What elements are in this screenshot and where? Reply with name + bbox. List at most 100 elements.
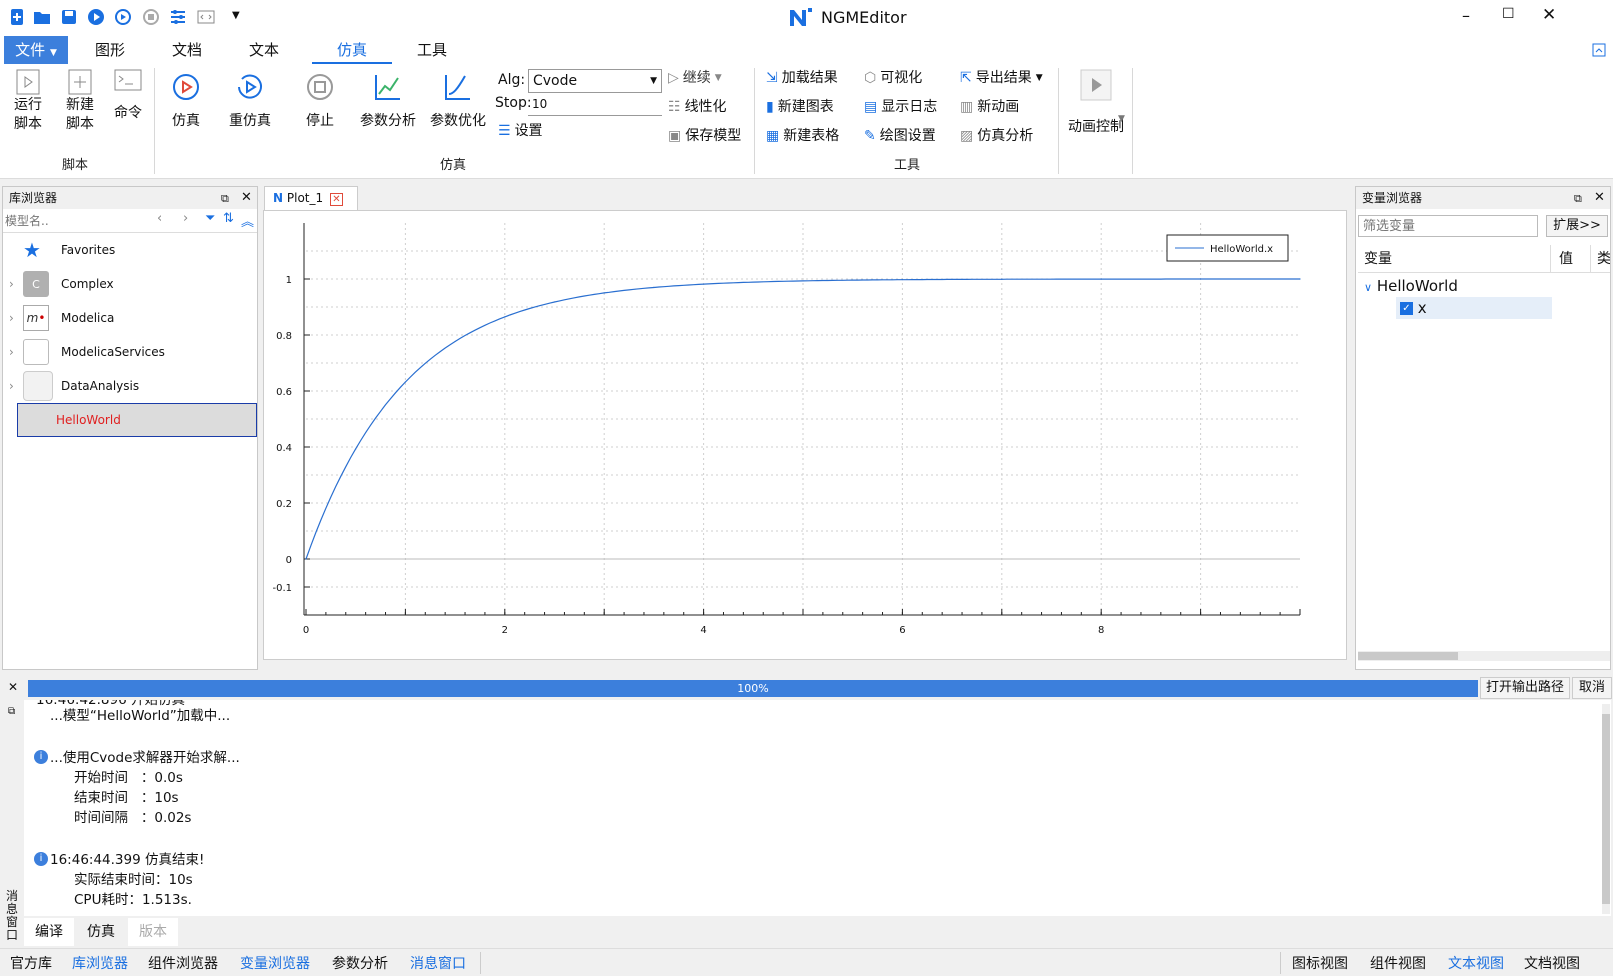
status-doc-view[interactable]: 文档视图 bbox=[1524, 953, 1580, 973]
message-window-vertical-label[interactable]: 消息窗口 bbox=[6, 890, 20, 942]
param-optimize-button[interactable]: 参数优化 bbox=[424, 72, 492, 131]
collapse-all-icon[interactable]: ︽ bbox=[241, 211, 254, 230]
status-text-view[interactable]: 文本视图 bbox=[1448, 953, 1504, 973]
menu-document[interactable]: 文档 bbox=[160, 36, 214, 64]
status-component-browser[interactable]: 组件浏览器 bbox=[148, 953, 218, 973]
show-log-button[interactable]: ▤ 显示日志 bbox=[864, 98, 937, 116]
new-table-button[interactable]: ▦ 新建表格 bbox=[766, 127, 839, 145]
plot-area[interactable]: 0 2 4 6 8 1 0.8 0.6 0.4 0.2 0 -0.1 HelloWorld.x bbox=[263, 210, 1347, 660]
command-button[interactable]: 命令 bbox=[108, 68, 148, 123]
expand-button[interactable]: 扩展>> bbox=[1546, 215, 1608, 237]
menu-tools[interactable]: 工具 bbox=[404, 36, 460, 64]
stop-time-input[interactable]: 10 bbox=[528, 94, 662, 116]
menu-simulation[interactable]: 仿真 bbox=[312, 36, 392, 64]
sim-analysis-button[interactable]: ▨ 仿真分析 bbox=[960, 127, 1033, 145]
column-value[interactable]: 值 bbox=[1550, 245, 1573, 273]
status-library-browser[interactable]: 库浏览器 bbox=[72, 953, 128, 973]
save-icon[interactable] bbox=[60, 8, 78, 26]
alg-select[interactable]: Cvode ▼ bbox=[528, 69, 662, 93]
message-window: 16:46:42.896 开始仿真 ...模型“HelloWorld”加载中..… bbox=[24, 700, 1611, 916]
stop-icon[interactable] bbox=[142, 8, 160, 26]
status-param-analysis[interactable]: 参数分析 bbox=[332, 953, 388, 973]
settings-sliders-icon[interactable] bbox=[169, 8, 187, 26]
sim-settings-button[interactable]: ☰ 设置 bbox=[498, 122, 543, 140]
tree-item-favorites[interactable]: ★ Favorites bbox=[3, 233, 257, 267]
tree-item-modelicaservices[interactable]: › ModelicaServices bbox=[3, 335, 257, 369]
expand-icon[interactable]: › bbox=[3, 311, 23, 325]
stop-sim-button[interactable]: 停止 bbox=[296, 72, 344, 131]
close-button[interactable]: ✕ bbox=[1542, 5, 1556, 25]
float-icon[interactable]: ⧉ bbox=[8, 706, 15, 717]
animation-control-button[interactable]: 动画控制 bbox=[1064, 68, 1128, 137]
forward-icon[interactable]: › bbox=[183, 211, 188, 226]
new-script-button[interactable]: 新建 脚本 bbox=[58, 68, 102, 134]
status-message-window[interactable]: 消息窗口 bbox=[410, 953, 466, 973]
linearize-button[interactable]: ☷ 线性化 bbox=[668, 98, 727, 116]
visualize-button[interactable]: ⬡ 可视化 bbox=[864, 69, 922, 87]
expand-icon[interactable]: › bbox=[3, 345, 23, 359]
new-file-icon[interactable] bbox=[8, 8, 26, 26]
maximize-button[interactable]: ☐ bbox=[1502, 6, 1515, 22]
tab-version[interactable]: 版本 bbox=[128, 918, 178, 946]
back-icon[interactable]: ‹ bbox=[157, 211, 162, 226]
tree-item-modelica[interactable]: › m • Modelica bbox=[3, 301, 257, 335]
chevron-down-icon[interactable]: ▼ bbox=[232, 10, 240, 21]
float-icon[interactable]: ⧉ bbox=[1574, 188, 1582, 210]
sort-icon[interactable]: ⇅ bbox=[223, 211, 234, 226]
column-variable[interactable]: 变量 bbox=[1364, 245, 1392, 273]
new-chart-button[interactable]: ▮ 新建图表 bbox=[766, 98, 834, 116]
tab-simulation[interactable]: 仿真 bbox=[76, 918, 126, 946]
open-output-path-button[interactable]: 打开输出路径 bbox=[1480, 677, 1570, 699]
horizontal-scrollbar[interactable] bbox=[1358, 651, 1610, 661]
load-result-button[interactable]: ⇲ 加载结果 bbox=[766, 69, 838, 87]
status-icon-view[interactable]: 图标视图 bbox=[1292, 953, 1348, 973]
menu-text[interactable]: 文本 bbox=[236, 36, 292, 64]
tree-item-complex[interactable]: › C Complex bbox=[3, 267, 257, 301]
stop-sim-icon bbox=[307, 74, 333, 100]
chevron-down-icon[interactable]: ∨ bbox=[1364, 281, 1372, 294]
status-variable-browser[interactable]: 变量浏览器 bbox=[240, 953, 310, 973]
checkbox-checked-icon[interactable]: ✓ bbox=[1400, 302, 1413, 315]
cancel-button[interactable]: 取消 bbox=[1572, 677, 1612, 699]
code-icon[interactable] bbox=[197, 8, 215, 26]
expand-icon[interactable]: › bbox=[3, 379, 23, 393]
tab-plot-1[interactable]: N Plot_1 ✕ bbox=[264, 186, 358, 210]
continue-button[interactable]: ▷ 继续 ▼ bbox=[668, 69, 722, 87]
status-component-view[interactable]: 组件视图 bbox=[1370, 953, 1426, 973]
run-script-button[interactable]: 运行 脚本 bbox=[8, 68, 48, 134]
line-chart[interactable]: 0 2 4 6 8 1 0.8 0.6 0.4 0.2 0 -0.1 HelloWorld.x bbox=[264, 211, 1348, 661]
tree-item-helloworld[interactable]: HelloWorld bbox=[17, 403, 257, 437]
status-official-library[interactable]: 官方库 bbox=[10, 953, 52, 973]
chevron-down-icon[interactable]: ▼ bbox=[1118, 114, 1125, 124]
vertical-scrollbar[interactable] bbox=[1602, 704, 1610, 914]
menu-file[interactable]: 文件 ▼ bbox=[4, 36, 68, 64]
resimulate-button[interactable]: 重仿真 bbox=[222, 72, 278, 131]
expand-icon[interactable]: › bbox=[3, 277, 23, 291]
param-analysis-button[interactable]: 参数分析 bbox=[354, 72, 422, 131]
rerun-icon[interactable] bbox=[114, 8, 132, 26]
library-search-input[interactable] bbox=[5, 211, 145, 231]
bottom-tab-bar: 编译 仿真 版本 bbox=[24, 918, 1611, 946]
collapse-ribbon-icon[interactable] bbox=[1592, 43, 1606, 57]
menu-graphics[interactable]: 图形 bbox=[80, 36, 140, 64]
tab-compile[interactable]: 编译 bbox=[24, 918, 74, 946]
plot-settings-button[interactable]: ✎ 绘图设置 bbox=[864, 127, 936, 145]
variable-row-x[interactable]: ✓ x bbox=[1396, 297, 1552, 319]
tree-item-dataanalysis[interactable]: › DataAnalysis bbox=[3, 369, 257, 403]
simulate-button[interactable]: 仿真 bbox=[162, 72, 210, 131]
close-icon[interactable]: ✕ bbox=[8, 680, 18, 694]
float-icon[interactable]: ⧉ bbox=[221, 188, 229, 210]
close-tab-icon[interactable]: ✕ bbox=[329, 193, 343, 206]
minimize-button[interactable]: – bbox=[1462, 6, 1470, 25]
filter-icon[interactable]: ⏷ bbox=[205, 211, 215, 226]
variable-tree-model[interactable]: ∨ HelloWorld bbox=[1364, 277, 1458, 295]
close-icon[interactable]: ✕ bbox=[1594, 187, 1605, 209]
new-animation-button[interactable]: ▥ 新动画 bbox=[960, 98, 1019, 116]
variable-filter-input[interactable] bbox=[1358, 215, 1538, 237]
close-icon[interactable]: ✕ bbox=[241, 187, 252, 209]
open-folder-icon[interactable] bbox=[33, 8, 51, 26]
save-model-button[interactable]: ▣ 保存模型 bbox=[668, 127, 741, 145]
column-unit[interactable]: 类 bbox=[1590, 245, 1610, 273]
run-icon[interactable] bbox=[87, 8, 105, 26]
export-result-button[interactable]: ⇱ 导出结果 ▼ bbox=[960, 69, 1043, 87]
